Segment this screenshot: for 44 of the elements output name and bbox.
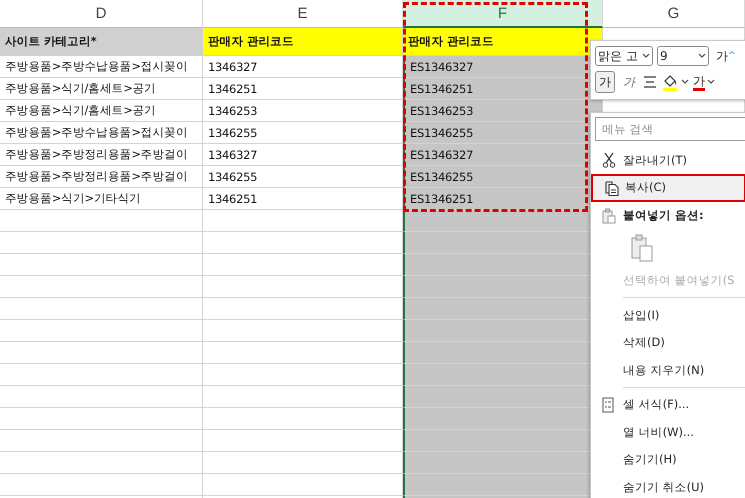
chevron-icon: [681, 79, 689, 85]
menu-item[interactable]: 숨기기(H): [591, 446, 745, 474]
menu-item[interactable]: 삽입(I): [591, 301, 745, 329]
menu-item[interactable]: 열 너비(W)...: [591, 418, 745, 446]
table-cell: 주방용품>식기>기타식기: [0, 188, 203, 210]
menu-search-field[interactable]: 메뉴 검색: [595, 117, 745, 141]
chevron-icon: [642, 53, 650, 59]
font-color-button[interactable]: 가: [693, 74, 715, 90]
scissors-icon: [602, 152, 616, 168]
column-header[interactable]: F: [403, 0, 603, 28]
fill-color-button[interactable]: [661, 73, 689, 91]
table-cell: 주방용품>식기/홈세트>공기: [0, 100, 203, 122]
menu-item[interactable]: 내용 지우기(N): [591, 356, 745, 384]
table-cell: 주방용품>주방수납용품>접시꽂이: [0, 56, 203, 78]
chevron-icon: [707, 79, 715, 85]
menu-item[interactable]: 복사(C): [591, 174, 745, 202]
menu-item[interactable]: 셀 서식(F)...: [591, 390, 745, 418]
copy-icon: [604, 180, 620, 196]
table-cell: 1346327: [203, 144, 403, 166]
table-cell: 주방용품>주방정리용품>주방걸이: [0, 144, 203, 166]
menu-item[interactable]: 삭제(D): [591, 328, 745, 356]
table-cell: 주방용품>식기/홈세트>공기: [0, 78, 203, 100]
column-header[interactable]: G: [603, 0, 745, 28]
chevron-icon: [698, 53, 706, 59]
table-cell: 1346255: [203, 122, 403, 144]
table-cell: 1346327: [203, 56, 403, 78]
table-cell: 1346255: [203, 166, 403, 188]
paste-button-icon[interactable]: [631, 234, 653, 262]
table-cell: ES1346253: [403, 100, 603, 122]
align-center-icon[interactable]: [643, 76, 657, 88]
table-cell: 주방용품>주방정리용품>주방걸이: [0, 166, 203, 188]
font-size-dropdown[interactable]: 9: [657, 46, 709, 66]
format-cells-icon: [602, 396, 614, 413]
table-cell: 주방용품>주방수납용품>접시꽂이: [0, 122, 203, 144]
menu-item[interactable]: 숨기기 취소(U): [591, 474, 745, 498]
column-header[interactable]: E: [203, 0, 403, 28]
header-cell: 사이트 카테고리*: [0, 28, 203, 56]
italic-button[interactable]: 가: [619, 71, 639, 93]
clipboard-icon: [602, 208, 616, 224]
table-cell: 1346253: [203, 100, 403, 122]
table-cell: 1346251: [203, 188, 403, 210]
column-header[interactable]: D: [0, 0, 203, 28]
table-cell: 1346251: [203, 78, 403, 100]
header-cell: 판매자 관리코드: [203, 28, 403, 56]
